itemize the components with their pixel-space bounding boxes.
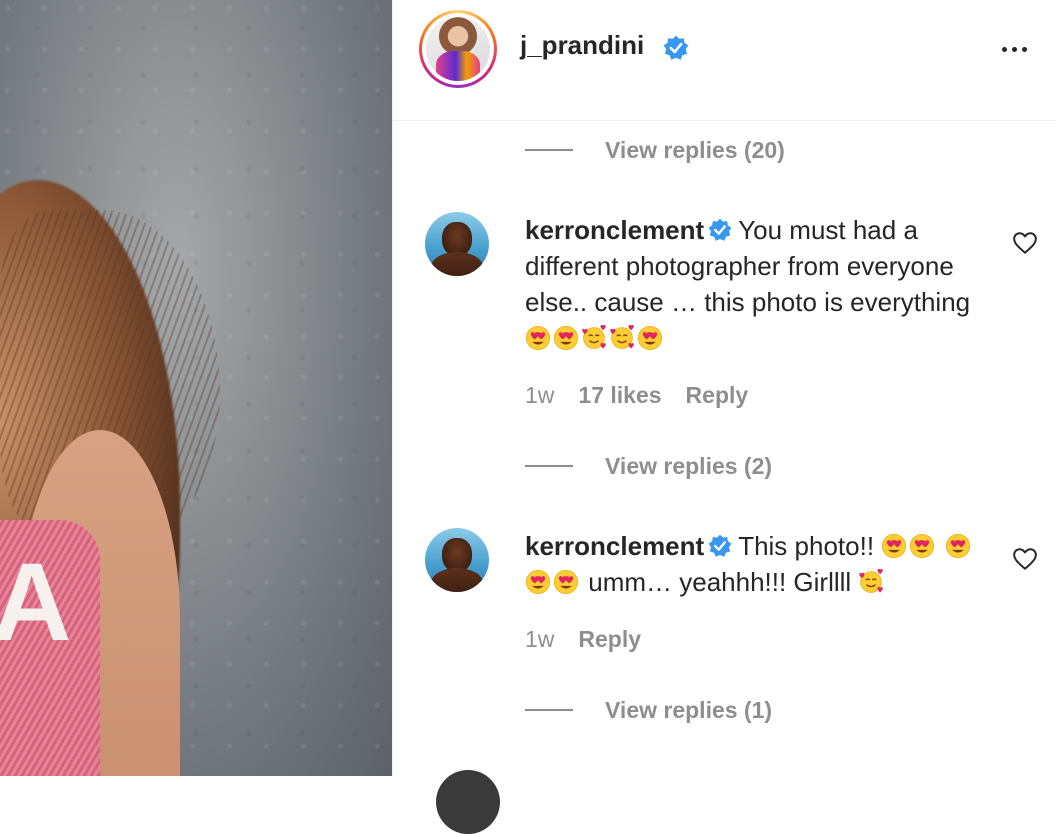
- reply-button[interactable]: Reply: [686, 382, 749, 409]
- comment-body-part1: This photo!!: [738, 531, 875, 561]
- photo-shirt-letter: A: [0, 541, 72, 664]
- verified-badge-icon: [663, 35, 689, 61]
- username-link[interactable]: j_prandini: [520, 30, 644, 61]
- heart-eyes-emoji-icon: [945, 533, 971, 559]
- comments-section: View replies (20) kerronclement You must …: [393, 121, 1056, 776]
- like-heart-icon[interactable]: [1012, 546, 1038, 572]
- view-replies-button[interactable]: View replies (2): [525, 451, 772, 481]
- profile-avatar[interactable]: [419, 10, 497, 88]
- comment-likes[interactable]: 17 likes: [578, 382, 661, 409]
- comment-body-part2: umm… yeahhh!!! Girllll: [588, 567, 852, 597]
- heart-eyes-emoji-icon: [909, 533, 935, 559]
- view-replies-button[interactable]: View replies (1): [525, 695, 772, 725]
- replies-line: [525, 149, 573, 151]
- commenter-username[interactable]: kerronclement: [525, 215, 704, 245]
- like-heart-icon[interactable]: [1012, 230, 1038, 256]
- heart-eyes-emoji-icon: [525, 325, 551, 351]
- smiling-hearts-emoji-icon: [609, 325, 635, 351]
- commenter-avatar[interactable]: [425, 528, 489, 592]
- post-header: j_prandini: [393, 0, 1056, 121]
- commenter-avatar[interactable]: [425, 212, 489, 276]
- view-replies-label: View replies (20): [605, 136, 785, 163]
- smiling-hearts-emoji-icon: [858, 569, 884, 595]
- reply-button[interactable]: Reply: [578, 626, 641, 653]
- view-replies-label: View replies (1): [605, 696, 773, 723]
- replies-line: [525, 465, 573, 467]
- heart-eyes-emoji-icon: [637, 325, 663, 351]
- avatar-image: [426, 17, 490, 81]
- commenter-username[interactable]: kerronclement: [525, 531, 704, 561]
- post-photo[interactable]: A: [0, 0, 392, 776]
- comment-meta: 1w Reply: [525, 626, 641, 653]
- more-options-icon[interactable]: [1000, 36, 1030, 62]
- heart-eyes-emoji-icon: [881, 533, 907, 559]
- heart-eyes-emoji-icon: [525, 569, 551, 595]
- comment-time: 1w: [525, 626, 555, 652]
- verified-badge-icon: [708, 534, 732, 558]
- view-replies-label: View replies (2): [605, 452, 773, 479]
- replies-line: [525, 709, 573, 711]
- next-commenter-avatar[interactable]: [436, 770, 500, 834]
- view-replies-button[interactable]: View replies (20): [525, 135, 785, 165]
- comment-text: kerronclement This photo!! umm… yeahhh!!!…: [525, 528, 985, 600]
- comment-time: 1w: [525, 382, 555, 408]
- verified-badge-icon: [708, 218, 732, 242]
- comment-text: kerronclement You must had a different ph…: [525, 212, 985, 356]
- smiling-hearts-emoji-icon: [581, 325, 607, 351]
- heart-eyes-emoji-icon: [553, 569, 579, 595]
- heart-eyes-emoji-icon: [553, 325, 579, 351]
- comment-meta: 1w 17 likes Reply: [525, 382, 748, 409]
